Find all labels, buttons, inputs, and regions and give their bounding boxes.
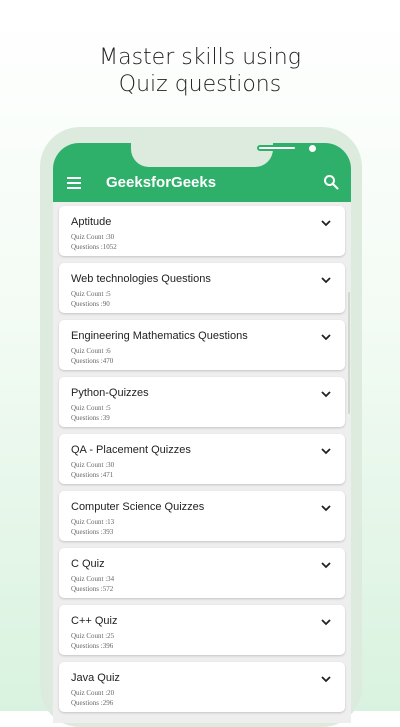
question-count: Questions :90 [71,300,110,308]
chevron-down-icon[interactable] [321,618,331,626]
quiz-count: Quiz Count :30 [71,233,115,241]
quiz-count: Quiz Count :30 [71,461,115,469]
category-card[interactable]: C++ Quiz Quiz Count :25 Questions :396 [59,605,345,655]
category-card[interactable]: Java Quiz Quiz Count :20 Questions :296 [59,662,345,712]
question-count: Questions :572 [71,585,114,593]
chevron-down-icon[interactable] [321,504,331,512]
promo-headline: Master skills using Quiz questions [0,44,400,98]
question-count: Questions :296 [71,699,114,707]
quiz-count: Quiz Count :13 [71,518,115,526]
promo-headline-line1: Master skills using [99,45,301,70]
chevron-down-icon[interactable] [321,333,331,341]
hamburger-menu-icon[interactable] [67,177,81,189]
question-count: Questions :396 [71,642,114,650]
quiz-count: Quiz Count :25 [71,632,115,640]
category-card[interactable]: QA - Placement Quizzes Quiz Count :30 Qu… [59,434,345,484]
chevron-down-icon[interactable] [321,675,331,683]
chevron-down-icon[interactable] [321,390,331,398]
category-title: C++ Quiz [71,615,118,627]
category-card[interactable]: Aptitude Quiz Count :30 Questions :1052 [59,206,345,256]
app-title: GeeksforGeeks [106,174,217,191]
chevron-down-icon[interactable] [321,447,331,455]
category-title: Web technologies Questions [71,273,211,285]
quiz-count: Quiz Count :5 [71,290,111,298]
question-count: Questions :39 [71,414,110,422]
category-title: Aptitude [71,216,112,228]
category-card[interactable]: C Quiz Quiz Count :34 Questions :572 [59,548,345,598]
quiz-count: Quiz Count :5 [71,404,111,412]
category-title: Java Quiz [71,672,120,684]
search-icon[interactable] [323,174,339,190]
quiz-count: Quiz Count :20 [71,689,115,697]
chevron-down-icon[interactable] [321,561,331,569]
quiz-count: Quiz Count :6 [71,347,111,355]
category-card[interactable]: Web technologies Questions Quiz Count :5… [59,263,345,313]
scrollbar-thumb[interactable] [348,292,350,414]
question-count: Questions :393 [71,528,114,536]
front-camera [307,143,318,154]
speaker-grille [257,145,297,151]
chevron-down-icon[interactable] [321,219,331,227]
promo-headline-line2: Quiz questions [118,72,282,97]
chevron-down-icon[interactable] [321,276,331,284]
category-list: Aptitude Quiz Count :30 Questions :1052 … [53,206,351,719]
app-bar: GeeksforGeeks [53,143,351,202]
phone-screen: GeeksforGeeks Aptitude Quiz Count :30 Qu… [53,143,351,723]
category-card[interactable]: Engineering Mathematics Questions Quiz C… [59,320,345,370]
category-title: Engineering Mathematics Questions [71,330,248,342]
phone-notch [131,143,318,167]
category-title: Computer Science Quizzes [71,501,205,513]
category-title: QA - Placement Quizzes [71,444,191,456]
category-title: Python-Quizzes [71,387,149,399]
category-card[interactable]: Python-Quizzes Quiz Count :5 Questions :… [59,377,345,427]
question-count: Questions :471 [71,471,114,479]
category-card[interactable]: Computer Science Quizzes Quiz Count :13 … [59,491,345,541]
question-count: Questions :470 [71,357,114,365]
quiz-count: Quiz Count :34 [71,575,115,583]
question-count: Questions :1052 [71,243,117,251]
category-title: C Quiz [71,558,105,570]
